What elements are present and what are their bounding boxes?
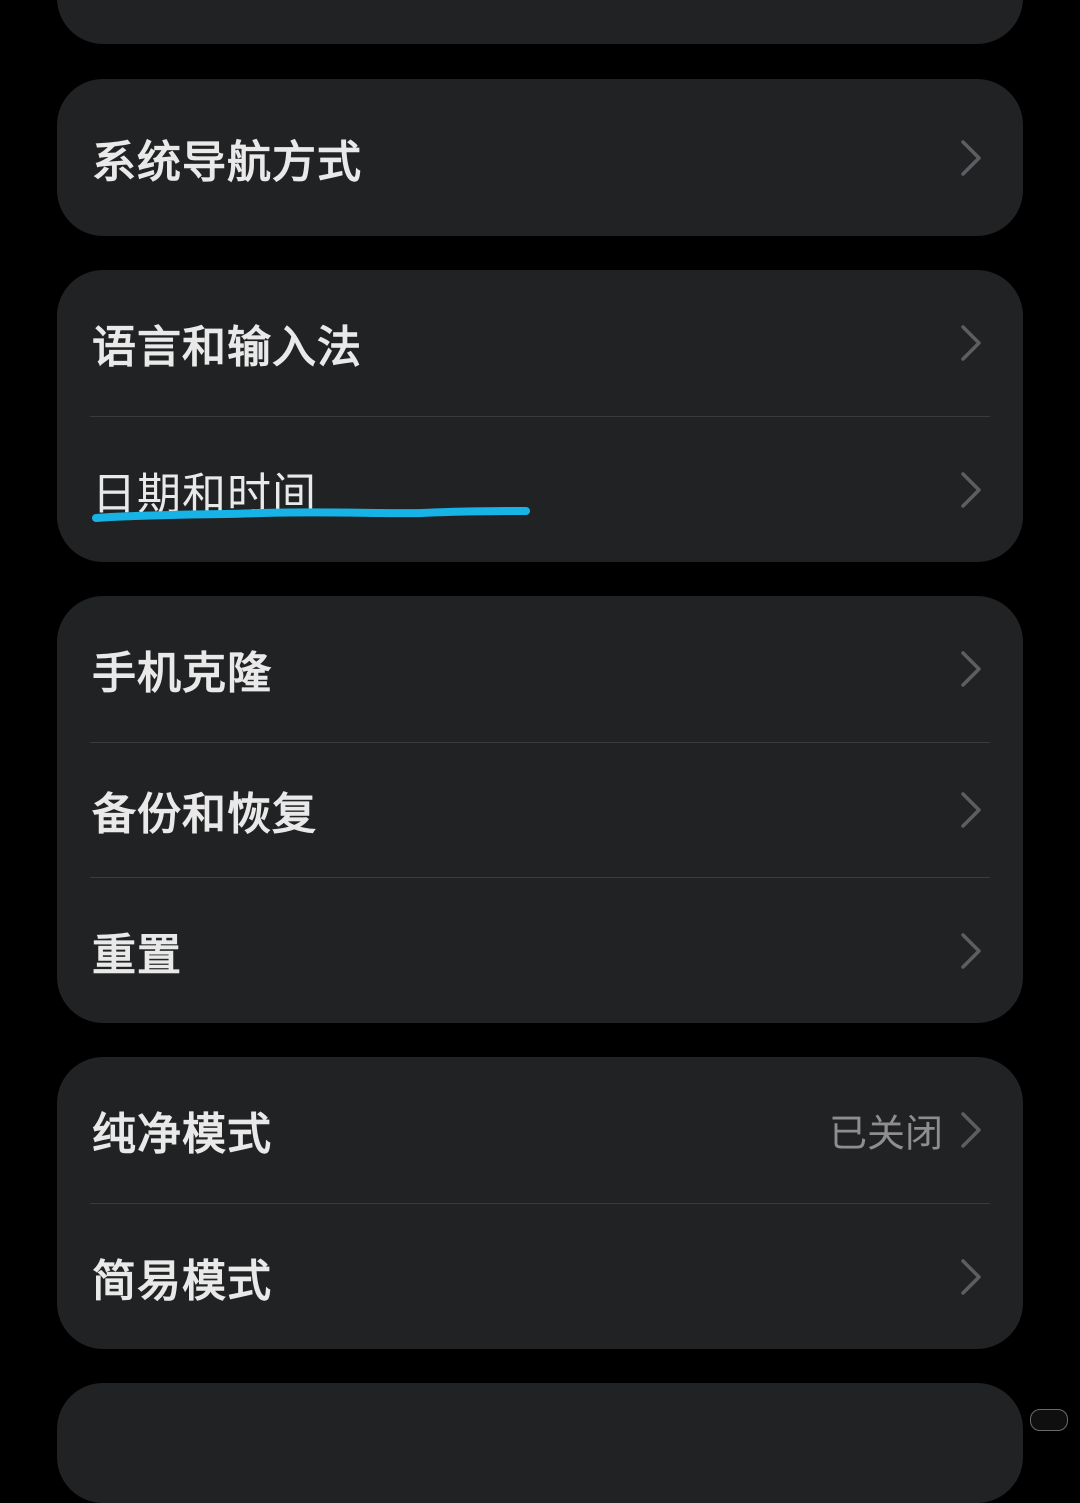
- settings-item-label: 备份和恢复: [92, 789, 317, 840]
- settings-item-label: 系统导航方式: [92, 136, 362, 188]
- chevron-right-icon: [953, 321, 987, 365]
- settings-card-top-partial: [57, 0, 1023, 44]
- settings-card-system: 手机克隆 备份和恢复 重置: [57, 596, 1023, 1023]
- settings-item-label: 简易模式: [92, 1255, 272, 1307]
- settings-item-reset[interactable]: 重置: [57, 878, 1023, 1023]
- pure-mode-status: 已关闭: [828, 1111, 943, 1156]
- settings-item-language-input[interactable]: 语言和输入法: [57, 270, 1023, 416]
- settings-card-modes: 纯净模式 已关闭 简易模式: [57, 1057, 1023, 1349]
- settings-item-backup-restore[interactable]: 备份和恢复: [57, 743, 1023, 877]
- settings-item-phone-clone[interactable]: 手机克隆: [57, 596, 1023, 742]
- settings-item-label: 语言和输入法: [92, 322, 362, 373]
- settings-item-simple-mode[interactable]: 简易模式: [57, 1204, 1023, 1349]
- chevron-right-icon: [953, 1255, 987, 1299]
- settings-item-date-time[interactable]: 日期和时间: [57, 417, 1023, 562]
- chevron-right-icon: [953, 929, 987, 973]
- settings-card-bottom-partial: [57, 1383, 1023, 1503]
- settings-item-pure-mode[interactable]: 纯净模式 已关闭: [57, 1057, 1023, 1203]
- chevron-right-icon: [953, 788, 987, 832]
- chevron-right-icon: [953, 1108, 987, 1152]
- settings-item-label: 重置: [92, 929, 182, 981]
- watermark-logo: [1030, 1409, 1068, 1431]
- settings-item-label: 纯净模式: [92, 1109, 272, 1160]
- settings-card-navigation: 系统导航方式: [57, 79, 1023, 236]
- chevron-right-icon: [953, 468, 987, 512]
- highlight-underline: [92, 507, 530, 522]
- chevron-right-icon: [953, 136, 987, 180]
- settings-item-label: 手机克隆: [92, 648, 272, 699]
- settings-item-nav-mode[interactable]: 系统导航方式: [57, 79, 1023, 236]
- chevron-right-icon: [953, 647, 987, 691]
